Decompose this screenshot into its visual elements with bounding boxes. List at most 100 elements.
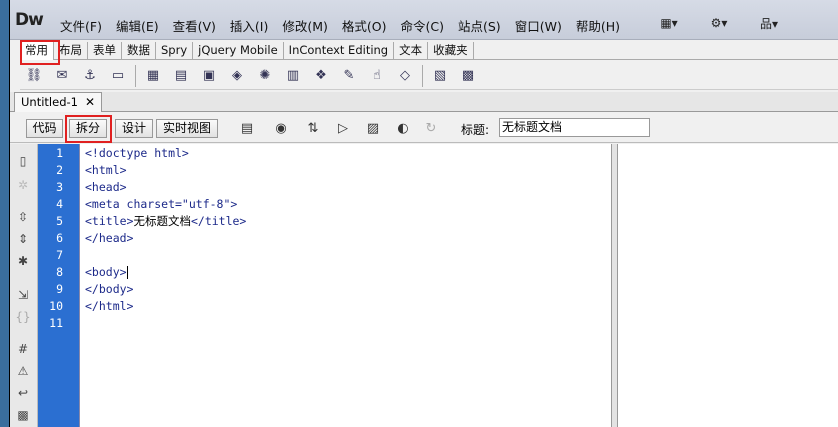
code-line[interactable]: </body>: [85, 281, 133, 298]
email-icon[interactable]: ✉: [51, 66, 73, 86]
check-browser-icon[interactable]: ◐: [392, 118, 414, 138]
document-toolbar: 代码 拆分 设计 实时视图 ▤ ◉ ⇅ ▷ ▨ ◐ ↻ 标题: 无标题文档: [10, 113, 838, 143]
insert-toolbar: ⛓ ✉ ⚓ ▭ ▦ ▤ ▣ ◈ ✺ ▥ ❖ ✎ ☝ ◇ ▧ ▩: [20, 62, 838, 90]
visual-aids-icon[interactable]: ▨: [362, 118, 384, 138]
layout-menu-button[interactable]: ▦▾: [650, 14, 688, 32]
extend-menu-button[interactable]: ⚙▾: [700, 14, 738, 32]
comment-icon[interactable]: ✎: [338, 66, 360, 86]
hyperlink-icon[interactable]: ⛓: [23, 66, 45, 86]
table-icon[interactable]: ▦: [142, 66, 164, 86]
multiscreen-icon[interactable]: ▤: [236, 118, 258, 138]
menu-window[interactable]: 窗口(W): [509, 16, 570, 35]
split-divider[interactable]: [611, 144, 618, 427]
title-input[interactable]: 无标题文档: [499, 118, 650, 137]
menu-modify[interactable]: 修改(M): [276, 16, 336, 35]
anchor-icon[interactable]: ⚓: [79, 66, 101, 86]
menu-site[interactable]: 站点(S): [452, 16, 509, 35]
line-number: 5: [56, 214, 63, 228]
design-view-button[interactable]: 设计: [115, 119, 153, 138]
expand-all-icon[interactable]: ✱: [14, 252, 32, 270]
code-editor[interactable]: <!doctype html> <html> <head> <meta char…: [79, 144, 680, 427]
toolbar-separator: [422, 64, 423, 87]
menu-format[interactable]: 格式(O): [336, 16, 395, 35]
coding-toolbar: ▯ ✲ ⇳ ⇕ ✱ ⇲ {} # ⚠ ↩ ▩: [10, 144, 38, 427]
template-icon[interactable]: ▧: [429, 66, 451, 86]
code-line[interactable]: <head>: [85, 179, 127, 196]
open-documents-icon[interactable]: ▯: [14, 152, 32, 170]
media-icon[interactable]: ◈: [226, 66, 248, 86]
code-line[interactable]: <meta charset="utf-8">: [85, 196, 237, 213]
toolbar-separator: [135, 64, 136, 87]
close-icon[interactable]: ✕: [85, 93, 95, 111]
menu-help[interactable]: 帮助(H): [570, 16, 628, 35]
head-icon[interactable]: ☝: [366, 66, 388, 86]
tab-spry[interactable]: Spry: [156, 42, 194, 60]
date-icon[interactable]: ▥: [282, 66, 304, 86]
tab-forms[interactable]: 表单: [88, 42, 122, 60]
code-line[interactable]: </head>: [85, 230, 133, 247]
show-code-navigator-icon[interactable]: ✲: [14, 176, 32, 194]
server-include-icon[interactable]: ❖: [310, 66, 332, 86]
line-number: 9: [56, 282, 63, 296]
line-number: 8: [56, 265, 63, 279]
line-number: 6: [56, 231, 63, 245]
site-menu-button[interactable]: 品▾: [750, 14, 788, 32]
code-line[interactable]: <!doctype html>: [85, 145, 189, 162]
line-number: 4: [56, 197, 63, 211]
select-parent-tag-icon[interactable]: ⇲: [14, 286, 32, 304]
design-view-pane[interactable]: [618, 144, 838, 427]
code-line[interactable]: </html>: [85, 298, 133, 315]
main-menu: 文件(F) 编辑(E) 查看(V) 插入(I) 修改(M) 格式(O) 命令(C…: [54, 16, 628, 35]
menu-commands[interactable]: 命令(C): [395, 16, 452, 35]
document-tab[interactable]: Untitled-1 ✕: [14, 92, 102, 112]
menu-view[interactable]: 查看(V): [167, 16, 224, 35]
word-wrap-icon[interactable]: ↩: [14, 384, 32, 402]
document-tab-bar: Untitled-1 ✕: [10, 92, 838, 112]
file-management-icon[interactable]: ⇅: [302, 118, 324, 138]
tab-jquery-mobile[interactable]: jQuery Mobile: [193, 42, 284, 60]
menu-insert[interactable]: 插入(I): [224, 16, 276, 35]
tab-incontext-editing[interactable]: InContext Editing: [284, 42, 395, 60]
line-number: 2: [56, 163, 63, 177]
line-number-gutter: 1 2 3 4 5 6 7 8 9 10 11: [38, 144, 79, 427]
line-number: 11: [49, 316, 63, 330]
tab-data[interactable]: 数据: [122, 42, 156, 60]
widget-icon[interactable]: ✺: [254, 66, 276, 86]
menu-bar: Dw 文件(F) 编辑(E) 查看(V) 插入(I) 修改(M) 格式(O) 命…: [10, 0, 838, 40]
horizontal-rule-icon[interactable]: ▭: [107, 66, 129, 86]
dw-logo: Dw: [15, 10, 44, 30]
code-view-button[interactable]: 代码: [26, 119, 63, 138]
balance-braces-icon[interactable]: {}: [14, 308, 32, 326]
tag-chooser-icon[interactable]: ▩: [457, 66, 479, 86]
code-line[interactable]: <html>: [85, 162, 127, 179]
image-icon[interactable]: ▣: [198, 66, 220, 86]
menu-edit[interactable]: 编辑(E): [110, 16, 167, 35]
document-tab-label: Untitled-1: [21, 95, 78, 109]
dreamweaver-window: Dw 文件(F) 编辑(E) 查看(V) 插入(I) 修改(M) 格式(O) 命…: [9, 0, 838, 427]
menu-file[interactable]: 文件(F): [54, 16, 110, 35]
insert-panel-tabs: 常用 布局 表单 数据 Spry jQuery Mobile InContext…: [20, 42, 838, 60]
line-number: 10: [49, 299, 63, 313]
w3c-validation-icon[interactable]: ▷: [332, 118, 354, 138]
div-icon[interactable]: ▤: [170, 66, 192, 86]
live-view-button[interactable]: 实时视图: [156, 119, 218, 138]
line-number: 3: [56, 180, 63, 194]
line-numbers-icon[interactable]: #: [14, 340, 32, 358]
code-line[interactable]: <body>: [85, 264, 128, 281]
preview-browser-icon[interactable]: ◉: [270, 118, 292, 138]
tab-text[interactable]: 文本: [394, 42, 429, 60]
titlebar-tools: ▦▾ ⚙▾ 品▾: [650, 14, 800, 32]
script-icon[interactable]: ◇: [394, 66, 416, 86]
refresh-icon[interactable]: ↻: [420, 118, 442, 138]
highlight-split-button: [65, 115, 112, 143]
text-cursor: [126, 266, 128, 279]
collapse-tag-icon[interactable]: ⇳: [14, 208, 32, 226]
highlight-invalid-code-icon[interactable]: ⚠: [14, 362, 32, 380]
line-number: 1: [56, 146, 63, 160]
code-line[interactable]: <title>无标题文档</title>: [85, 213, 246, 230]
syntax-coloring-icon[interactable]: ▩: [14, 406, 32, 424]
collapse-selection-icon[interactable]: ⇕: [14, 230, 32, 248]
line-number: 7: [56, 248, 63, 262]
title-label: 标题:: [461, 123, 490, 137]
tab-favorites[interactable]: 收藏夹: [428, 42, 474, 60]
